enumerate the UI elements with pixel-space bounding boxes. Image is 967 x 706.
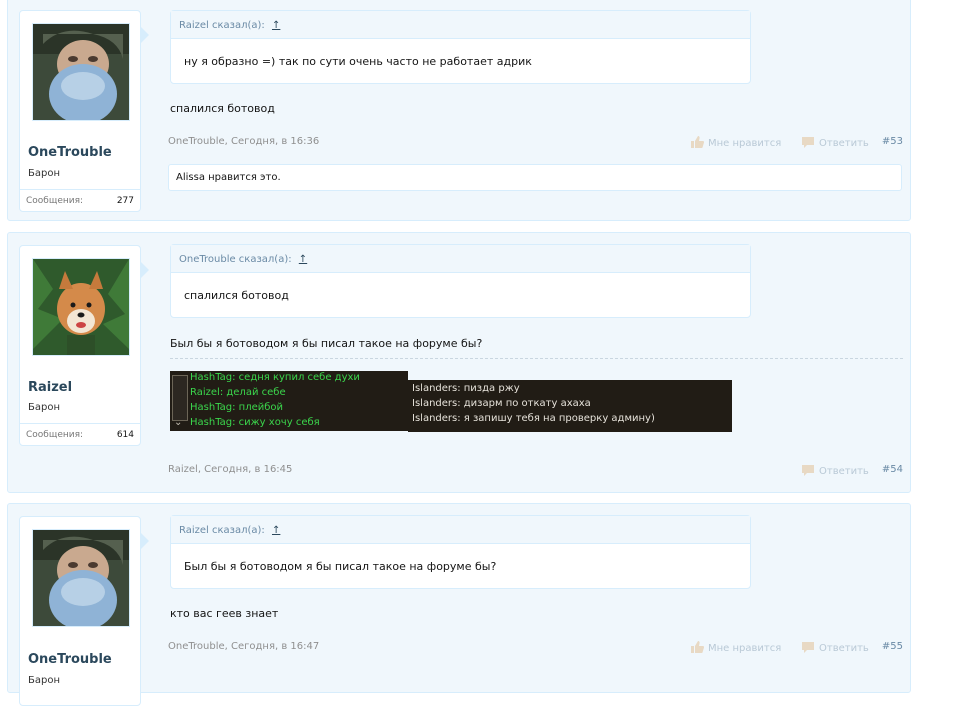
quote-text: Был бы я ботоводом я бы писал такое на ф… — [184, 560, 497, 573]
divider — [170, 358, 903, 359]
messages-label: Сообщения: — [26, 430, 84, 440]
post-55: OneTrouble Барон Raizel сказал(а): ↑ Был… — [7, 503, 911, 706]
chat-line: Islanders: я запишу тебя на проверку адм… — [412, 413, 655, 424]
user-rank: Барон — [28, 402, 60, 413]
user-rank: Барон — [28, 168, 60, 179]
post-author-time[interactable]: OneTrouble, Сегодня, в 16:36 — [168, 136, 319, 147]
chat-line: HashTag: седня купил себе духи — [190, 372, 360, 383]
post-author-time[interactable]: Raizel, Сегодня, в 16:45 — [168, 464, 292, 475]
chevron-down-icon: ⌄ — [174, 417, 183, 428]
post-author-time[interactable]: OneTrouble, Сегодня, в 16:47 — [168, 641, 319, 652]
post-number[interactable]: #55 — [882, 641, 903, 652]
quote-author: Raizel сказал(а): — [179, 20, 265, 31]
message-text: Был бы я ботоводом я бы писал такое на ф… — [170, 337, 483, 350]
post-meta: Raizel, Сегодня, в 16:45 Ответить #54 — [168, 464, 903, 480]
messages-count: 277 — [116, 196, 134, 206]
thumbs-up-icon — [691, 641, 704, 653]
reply-icon — [802, 642, 814, 653]
quote-jump-link[interactable]: ↑ — [272, 20, 280, 31]
quote-jump-link[interactable]: ↑ — [299, 254, 307, 265]
quote-jump-link[interactable]: ↑ — [272, 525, 280, 536]
user-info: OneTrouble Барон Сообщения: 277 — [19, 10, 149, 212]
avatar[interactable] — [32, 529, 130, 627]
thumbs-up-icon — [691, 136, 704, 148]
chat-line: HashTag: плейбой — [190, 402, 284, 413]
quote-block: OneTrouble сказал(а): ↑ спалился ботовод — [170, 244, 751, 318]
avatar[interactable] — [32, 258, 130, 356]
reply-button[interactable]: Ответить — [801, 641, 869, 654]
post-53: OneTrouble Барон Сообщения: 277 Raizel с… — [7, 0, 911, 221]
post-meta: OneTrouble, Сегодня, в 16:47 Мне нравитс… — [168, 641, 903, 657]
reply-button[interactable]: Ответить — [801, 136, 869, 149]
message-text: спалился ботовод — [170, 102, 275, 115]
reply-button[interactable]: Ответить — [801, 464, 869, 477]
message-text: кто вас геев знает — [170, 607, 279, 620]
avatar[interactable] — [32, 23, 130, 121]
chat-scrollbar — [172, 375, 188, 421]
user-info: Raizel Барон Сообщения: 614 — [19, 245, 149, 446]
quote-header: OneTrouble сказал(а): ↑ — [171, 245, 750, 273]
reply-icon — [802, 465, 814, 476]
username[interactable]: OneTrouble — [28, 145, 112, 160]
quote-block: Raizel сказал(а): ↑ Был бы я ботоводом я… — [170, 515, 751, 589]
user-info: OneTrouble Барон — [19, 516, 149, 706]
post-number[interactable]: #54 — [882, 464, 903, 475]
chat-line: HashTag: сижу хочу себя — [190, 417, 320, 428]
chat-screenshot-left: ⌄ HashTag: седня купил себе духи Raizel:… — [170, 371, 408, 431]
user-stats: Сообщения: 614 — [20, 423, 140, 446]
quote-header: Raizel сказал(а): ↑ — [171, 516, 750, 544]
username[interactable]: Raizel — [28, 380, 72, 395]
quote-author: OneTrouble сказал(а): — [179, 254, 292, 265]
user-stats: Сообщения: 277 — [20, 189, 140, 212]
quote-author: Raizel сказал(а): — [179, 525, 265, 536]
quote-text: ну я образно =) так по сути очень часто … — [184, 55, 532, 68]
chat-screenshot-right: Islanders: пизда ржу Islanders: дизарм п… — [408, 380, 732, 432]
likes-summary[interactable]: Alissa нравится это. — [168, 164, 902, 191]
username[interactable]: OneTrouble — [28, 652, 112, 667]
reply-icon — [802, 137, 814, 148]
post-meta: OneTrouble, Сегодня, в 16:36 Мне нравитс… — [168, 136, 903, 152]
quote-text: спалился ботовод — [184, 289, 289, 302]
chat-line: Islanders: пизда ржу — [412, 383, 520, 394]
post-number[interactable]: #53 — [882, 136, 903, 147]
chat-line: Islanders: дизарм по откату ахаха — [412, 398, 591, 409]
quote-block: Raizel сказал(а): ↑ ну я образно =) так … — [170, 10, 751, 84]
messages-count: 614 — [116, 430, 134, 440]
quote-header: Raizel сказал(а): ↑ — [171, 11, 750, 39]
like-button[interactable]: Мне нравится — [690, 136, 781, 149]
post-54: Raizel Барон Сообщения: 614 OneTrouble с… — [7, 232, 911, 493]
chat-line: Raizel: делай себе — [190, 387, 286, 398]
messages-label: Сообщения: — [26, 196, 84, 206]
like-button[interactable]: Мне нравится — [690, 641, 781, 654]
